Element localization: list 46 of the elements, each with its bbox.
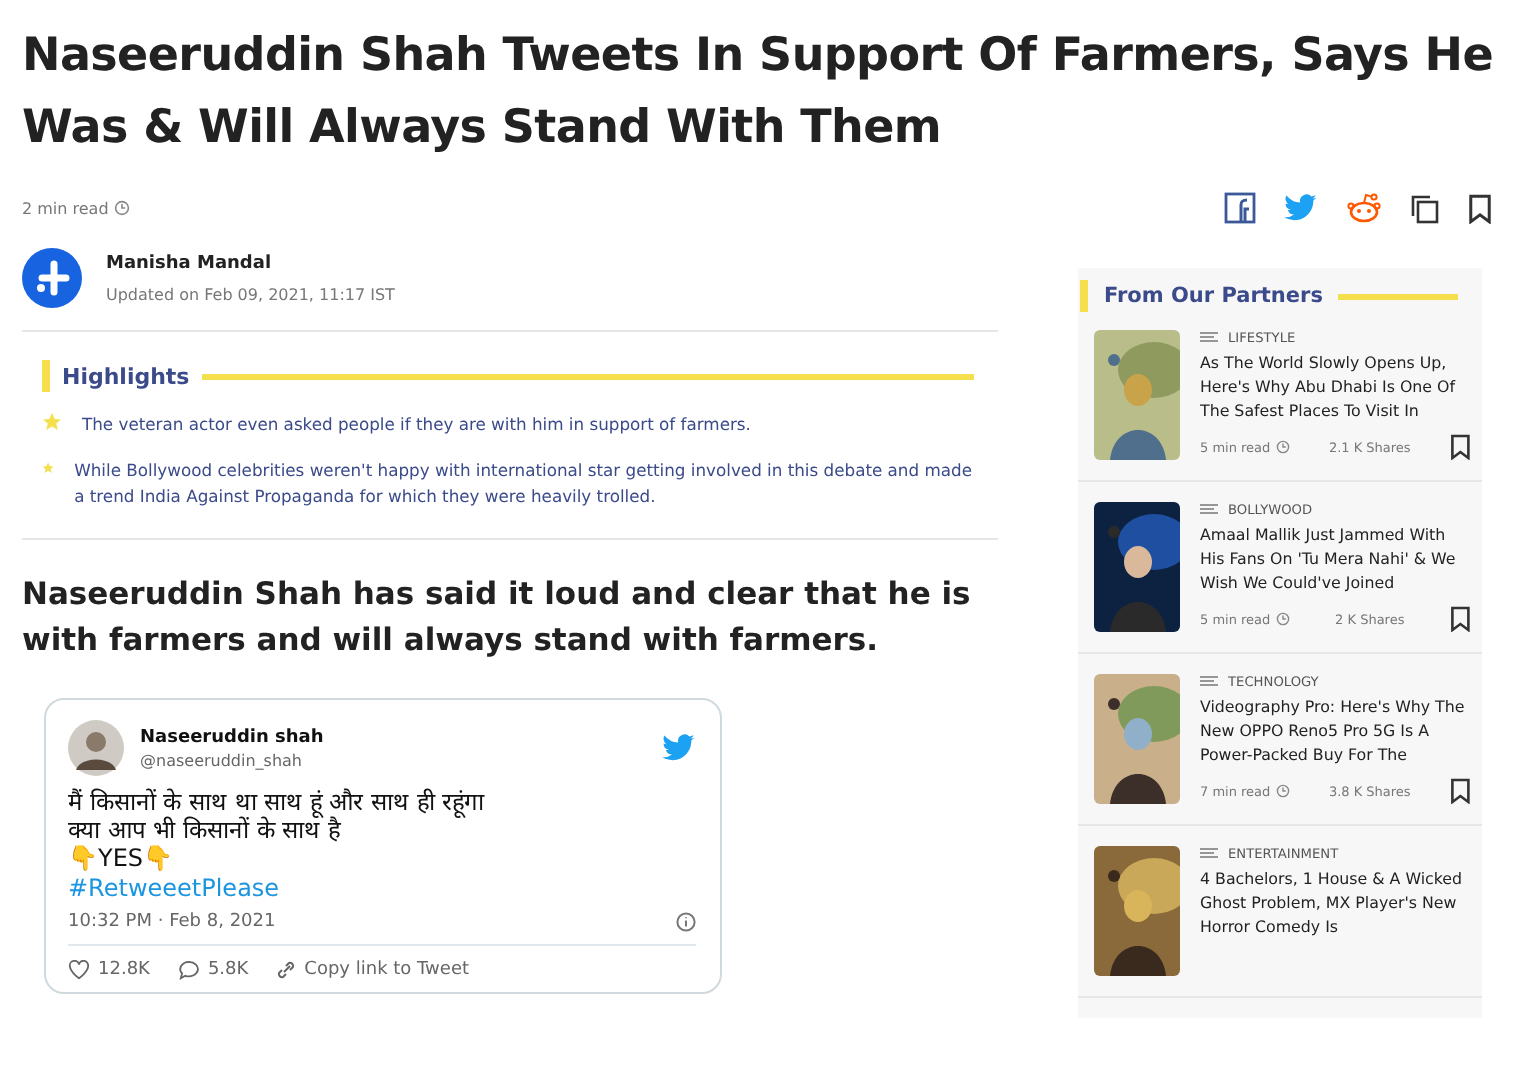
speech-bubble-icon xyxy=(177,960,200,980)
clock-icon xyxy=(1276,440,1291,454)
accent-bar xyxy=(42,360,50,392)
partners-title: From Our Partners xyxy=(1104,284,1323,308)
tweet-time[interactable]: 10:32 PM · Feb 8, 2021 xyxy=(68,912,276,932)
tweet-text: मैं किसानों के साथ था साथ हूं और साथ ही रहूंगा xyxy=(68,788,487,816)
copy-link-button[interactable]: Copy link to Tweet xyxy=(276,960,470,980)
article-headline: Naseeruddin Shah Tweets In Support Of Farmers, Says He Was & Will Always Stand With Them xyxy=(22,28,1496,158)
clock-icon xyxy=(1276,784,1291,798)
bookmark-icon[interactable] xyxy=(1449,778,1470,804)
bookmark-icon[interactable] xyxy=(1468,193,1492,223)
star-icon xyxy=(42,458,55,478)
tweet-text: 👇YES👇 xyxy=(68,844,176,872)
like-button[interactable]: 12.8K xyxy=(68,960,150,980)
reply-button[interactable]: 5.8K xyxy=(177,960,249,980)
heart-icon xyxy=(68,960,90,980)
highlight-text: While Bollywood celebrities weren't happy with international star getting involved in this debate and made a trend India Against Propaganda for which they were heavily trolled. xyxy=(74,458,974,510)
star-icon xyxy=(42,412,62,432)
lines-icon xyxy=(1200,848,1218,860)
highlight-text: The veteran actor even asked people if they are with him in support of farmers. xyxy=(82,412,751,438)
copy-icon[interactable] xyxy=(1410,193,1440,223)
tweet-handle[interactable]: @naseeruddin_shah xyxy=(140,751,324,769)
accent-bar xyxy=(1080,280,1088,312)
bookmark-icon[interactable] xyxy=(1449,606,1470,632)
updated-date: Updated on Feb 09, 2021, 11:17 IST xyxy=(106,285,395,303)
bookmark-icon[interactable] xyxy=(1449,434,1470,460)
author-name[interactable]: Manisha Mandal xyxy=(106,253,395,273)
avatar-icon xyxy=(68,720,124,776)
lines-icon xyxy=(1200,676,1218,688)
clock-icon xyxy=(1276,612,1291,626)
tweet-author[interactable]: Naseeruddin shah xyxy=(140,727,324,747)
info-icon[interactable] xyxy=(676,912,696,932)
bird-icon[interactable] xyxy=(662,734,696,762)
logo-icon xyxy=(22,248,82,308)
tweet-text: क्या आप भी किसानों के साथ है xyxy=(68,816,343,844)
facebook-icon[interactable] xyxy=(1224,192,1256,224)
read-time: 2 min read xyxy=(22,199,131,217)
highlights-title: Highlights xyxy=(62,363,190,389)
link-icon xyxy=(276,960,297,980)
accent-line xyxy=(1338,293,1458,299)
bird-icon[interactable] xyxy=(1284,194,1318,222)
clock-icon xyxy=(114,200,131,216)
alien-icon[interactable] xyxy=(1346,192,1382,224)
subheading: Naseeruddin Shah has said it loud and clear that he is with farmers and will always stand with farmers. xyxy=(22,574,973,662)
lines-icon xyxy=(1200,332,1218,344)
lines-icon xyxy=(1200,504,1218,516)
